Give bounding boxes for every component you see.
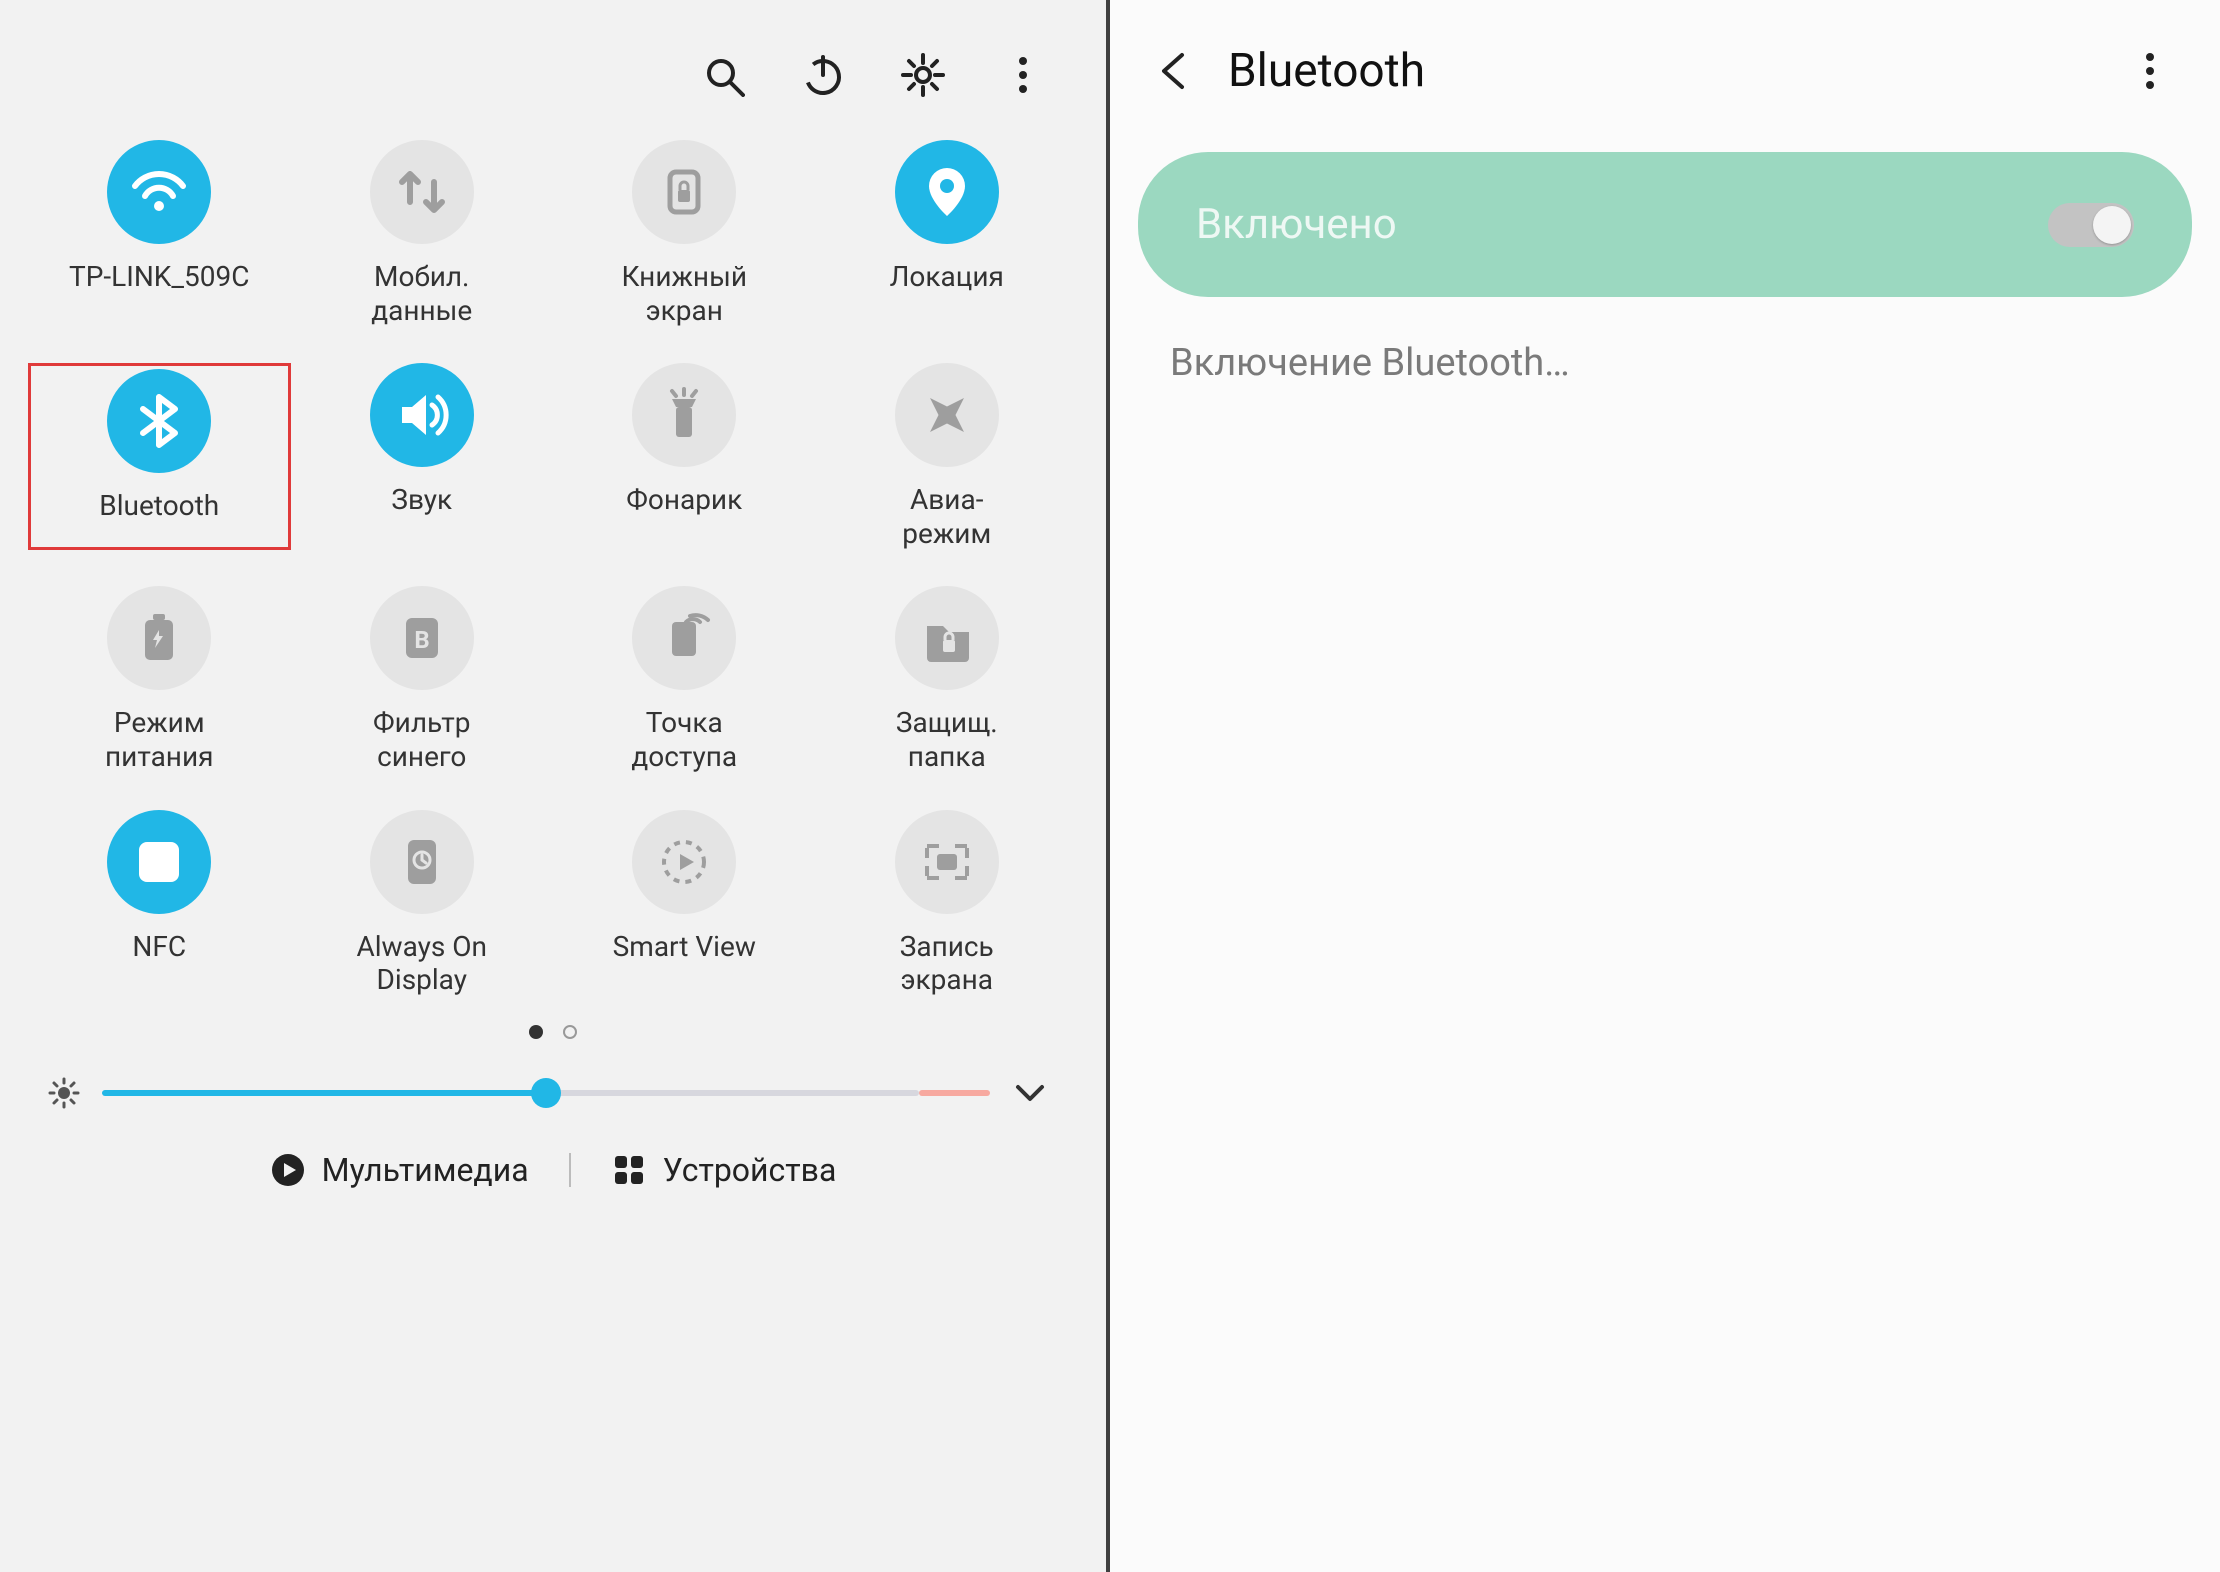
panel-top-icons (18, 20, 1088, 140)
bluetooth-master-toggle[interactable]: Включено (1138, 152, 2192, 297)
toggle-label: Включено (1196, 200, 1397, 249)
tile-label: Запись экрана (900, 930, 994, 997)
tile-label: TP-LINK_509C (69, 260, 249, 294)
tile-label: Режим питания (105, 706, 213, 773)
tile-label: Книжный экран (622, 260, 747, 327)
tile-flashlight[interactable]: Фонарик (553, 363, 816, 550)
tile-secure-folder[interactable]: Защищ. папка (816, 586, 1079, 773)
grid-icon (611, 1152, 647, 1188)
page-title: Bluetooth (1228, 44, 2090, 98)
more-icon[interactable] (2128, 49, 2172, 93)
aod-icon (370, 810, 474, 914)
back-icon[interactable] (1154, 47, 1190, 95)
tile-label: Фильтр синего (373, 706, 470, 773)
filter-b-icon (370, 586, 474, 690)
chevron-down-icon[interactable] (1012, 1077, 1048, 1109)
quick-tiles-grid: TP-LINK_509C Мобил. данные Книжный экран Ло… (18, 140, 1088, 997)
brightness-slider[interactable] (102, 1090, 990, 1096)
status-text: Включение Bluetooth… (1110, 297, 2220, 429)
tile-location[interactable]: Локация (816, 140, 1079, 327)
updown-icon (370, 140, 474, 244)
tile-label: Мобил. данные (371, 260, 472, 327)
brightness-row (18, 1039, 1088, 1109)
tile-power-mode[interactable]: Режим питания (28, 586, 291, 773)
tile-bluetooth[interactable]: Bluetooth (28, 363, 291, 550)
bluetooth-icon (107, 369, 211, 473)
multimedia-label: Мультимедиа (322, 1151, 529, 1189)
tile-label: Always On Display (356, 930, 487, 997)
tile-nfc[interactable]: NFC (28, 810, 291, 997)
multimedia-button[interactable]: Мультимедиа (270, 1151, 529, 1189)
page-dot-inactive (563, 1025, 577, 1039)
tile-label: Bluetooth (99, 489, 219, 523)
tile-wifi[interactable]: TP-LINK_509C (28, 140, 291, 327)
screen-record-icon (895, 810, 999, 914)
tile-label: Smart View (613, 930, 756, 964)
divider (569, 1153, 571, 1187)
toggle-switch[interactable] (2048, 203, 2134, 247)
sound-icon (370, 363, 474, 467)
quick-settings-panel: TP-LINK_509C Мобил. данные Книжный экран Ло… (0, 0, 1110, 1572)
tile-hotspot[interactable]: Точка доступа (553, 586, 816, 773)
secure-folder-icon (895, 586, 999, 690)
location-icon (895, 140, 999, 244)
battery-recycle-icon (107, 586, 211, 690)
tile-label: Точка доступа (631, 706, 737, 773)
wifi-icon (107, 140, 211, 244)
panel-bottom-row: Мультимедиа Устройства (18, 1151, 1088, 1189)
tile-smartview[interactable]: Smart View (553, 810, 816, 997)
tile-sound[interactable]: Звук (291, 363, 554, 550)
tile-label: Защищ. папка (896, 706, 998, 773)
tile-label: Авиа- режим (902, 483, 991, 550)
tile-screen-rec[interactable]: Запись экрана (816, 810, 1079, 997)
hotspot-icon (632, 586, 736, 690)
tile-book-screen[interactable]: Книжный экран (553, 140, 816, 327)
page-indicator[interactable] (18, 1025, 1088, 1039)
tile-label: NFC (132, 930, 186, 964)
power-icon[interactable] (798, 50, 848, 100)
lock-portrait-icon (632, 140, 736, 244)
page-dot-active (529, 1025, 543, 1039)
devices-button[interactable]: Устройства (611, 1151, 837, 1189)
tile-aod[interactable]: Always On Display (291, 810, 554, 997)
screen-header: Bluetooth (1110, 0, 2220, 142)
brightness-icon (48, 1077, 80, 1109)
nfc-icon (107, 810, 211, 914)
airplane-icon (895, 363, 999, 467)
bluetooth-settings-screen: Bluetooth Включено Включение Bluetooth… (1110, 0, 2220, 1572)
flashlight-icon (632, 363, 736, 467)
tile-airplane[interactable]: Авиа- режим (816, 363, 1079, 550)
gear-icon[interactable] (898, 50, 948, 100)
tile-label: Фонарик (626, 483, 742, 517)
smartview-icon (632, 810, 736, 914)
tile-label: Локация (890, 260, 1004, 294)
devices-label: Устройства (663, 1151, 837, 1189)
search-icon[interactable] (698, 50, 748, 100)
tile-mobile-data[interactable]: Мобил. данные (291, 140, 554, 327)
play-circle-icon (270, 1152, 306, 1188)
tile-blue-filter[interactable]: Фильтр синего (291, 586, 554, 773)
more-icon[interactable] (998, 50, 1048, 100)
tile-label: Звук (391, 483, 452, 517)
